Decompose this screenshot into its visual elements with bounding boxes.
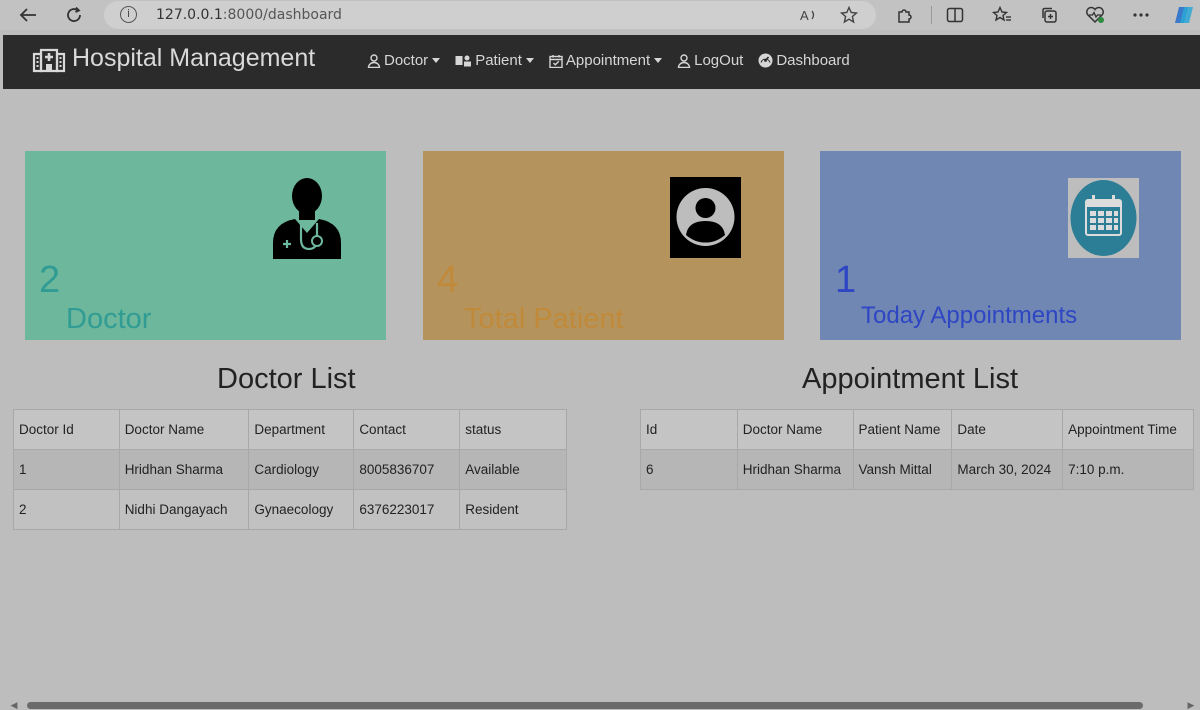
refresh-icon[interactable]	[61, 3, 87, 27]
split-screen-icon[interactable]	[943, 4, 967, 26]
table-cell: Cardiology	[248, 449, 355, 490]
table-header-row: Id Doctor Name Patient Name Date Appoint…	[640, 409, 1194, 450]
health-icon[interactable]	[1083, 4, 1107, 26]
info-icon[interactable]: i	[120, 6, 137, 23]
app-navbar: Hospital Management Doctor Patient Appoi…	[3, 35, 1200, 89]
chevron-down-icon	[432, 58, 441, 63]
brand-title: Hospital Management	[72, 43, 316, 72]
table-row: 6 Hridhan Sharma Vansh Mittal March 30, …	[640, 449, 1194, 490]
horizontal-scrollbar[interactable]: ◀ ▶	[0, 700, 1200, 710]
table-row: 2 Nidhi Dangayach Gynaecology 6376223017…	[13, 489, 567, 530]
patient-count-card[interactable]: 4 Total Patient	[423, 151, 784, 340]
nav-patient-dropdown[interactable]: Patient	[455, 52, 534, 69]
nav-appointment-dropdown[interactable]: Appointment	[549, 52, 663, 69]
column-header: status	[459, 409, 567, 450]
column-header: Appointment Time	[1062, 409, 1194, 450]
table-cell: Available	[459, 449, 567, 490]
doctor-list-title: Doctor List	[217, 363, 356, 395]
url-text: 127.0.0.1:8000/dashboard	[156, 7, 342, 23]
table-cell: Nidhi Dangayach	[118, 489, 250, 530]
nav-doctor-dropdown[interactable]: Doctor	[367, 52, 441, 69]
table-cell: 6	[640, 449, 738, 490]
table-cell: 2	[13, 489, 120, 530]
table-cell: Hridhan Sharma	[118, 449, 250, 490]
table-cell: Resident	[459, 489, 567, 530]
appointment-table: Id Doctor Name Patient Name Date Appoint…	[640, 409, 1194, 490]
nav-dashboard[interactable]: Dashboard	[758, 52, 850, 69]
appointment-list-title: Appointment List	[802, 363, 1019, 395]
column-header: Doctor Name	[118, 409, 250, 450]
patient-avatar-icon	[670, 177, 741, 258]
brand[interactable]: Hospital Management	[32, 43, 315, 73]
doctor-count-card[interactable]: 2 Doctor	[25, 151, 386, 340]
table-cell: Vansh Mittal	[852, 449, 953, 490]
favorites-icon[interactable]	[990, 4, 1014, 26]
more-icon[interactable]	[1129, 4, 1153, 26]
table-cell: Gynaecology	[248, 489, 355, 530]
nav-logout-label: LogOut	[694, 52, 744, 69]
doctor-icon	[367, 53, 381, 68]
browser-toolbar: i 127.0.0.1:8000/dashboard A	[0, 0, 1200, 30]
nav-doctor-label: Doctor	[384, 52, 429, 69]
dashboard-icon	[758, 53, 773, 68]
table-cell: Hridhan Sharma	[736, 449, 854, 490]
read-aloud-icon[interactable]: A	[798, 5, 820, 25]
table-cell: 6376223017	[353, 489, 461, 530]
svg-text:A: A	[800, 8, 809, 23]
user-icon	[677, 53, 691, 68]
favorite-star-icon[interactable]	[838, 5, 860, 25]
nav-appointment-label: Appointment	[565, 52, 651, 69]
collections-icon[interactable]	[1037, 4, 1061, 26]
doctor-count: 2	[39, 259, 61, 301]
column-header: Contact	[353, 409, 461, 450]
chevron-down-icon	[525, 58, 534, 63]
appointment-count-card[interactable]: 1 Today Appointments	[820, 151, 1181, 340]
table-cell: 8005836707	[353, 449, 461, 490]
doctor-card-label: Doctor	[66, 303, 152, 335]
back-icon[interactable]	[15, 3, 41, 27]
scroll-right-icon[interactable]: ▶	[1186, 700, 1196, 710]
column-header: Patient Name	[852, 409, 953, 450]
nav-dashboard-label: Dashboard	[776, 52, 850, 69]
nav-patient-label: Patient	[475, 52, 522, 69]
column-header: Doctor Id	[13, 409, 120, 450]
table-cell: 1	[13, 449, 120, 490]
extensions-icon[interactable]	[893, 4, 917, 26]
nav-logout[interactable]: LogOut	[677, 52, 743, 69]
calendar-icon	[1068, 178, 1139, 258]
column-header: Department	[248, 409, 355, 450]
patient-card-label: Total Patient	[464, 303, 624, 335]
table-row: 1 Hridhan Sharma Cardiology 8005836707 A…	[13, 449, 567, 490]
doctor-table: Doctor Id Doctor Name Department Contact…	[13, 409, 567, 530]
nav-menu: Doctor Patient Appointment LogOut Dashbo…	[367, 52, 865, 69]
address-bar[interactable]: i 127.0.0.1:8000/dashboard A	[104, 1, 876, 29]
hospital-icon	[32, 48, 66, 73]
copilot-icon[interactable]	[1172, 4, 1196, 26]
patient-icon	[455, 55, 472, 66]
scrollbar-thumb[interactable]	[27, 702, 1143, 709]
table-cell: March 30, 2024	[951, 449, 1064, 490]
patient-count: 4	[437, 259, 459, 301]
doctor-stethoscope-icon	[273, 178, 341, 259]
calendar-check-icon	[549, 54, 563, 68]
toolbar-divider	[931, 6, 932, 24]
column-header: Id	[640, 409, 738, 450]
scroll-left-icon[interactable]: ◀	[9, 700, 19, 710]
chevron-down-icon	[654, 58, 663, 63]
appointment-card-label: Today Appointments	[861, 302, 1078, 329]
table-header-row: Doctor Id Doctor Name Department Contact…	[13, 409, 567, 450]
appointment-count: 1	[835, 259, 857, 301]
table-cell: 7:10 p.m.	[1062, 449, 1194, 490]
column-header: Doctor Name	[736, 409, 854, 450]
column-header: Date	[951, 409, 1064, 450]
